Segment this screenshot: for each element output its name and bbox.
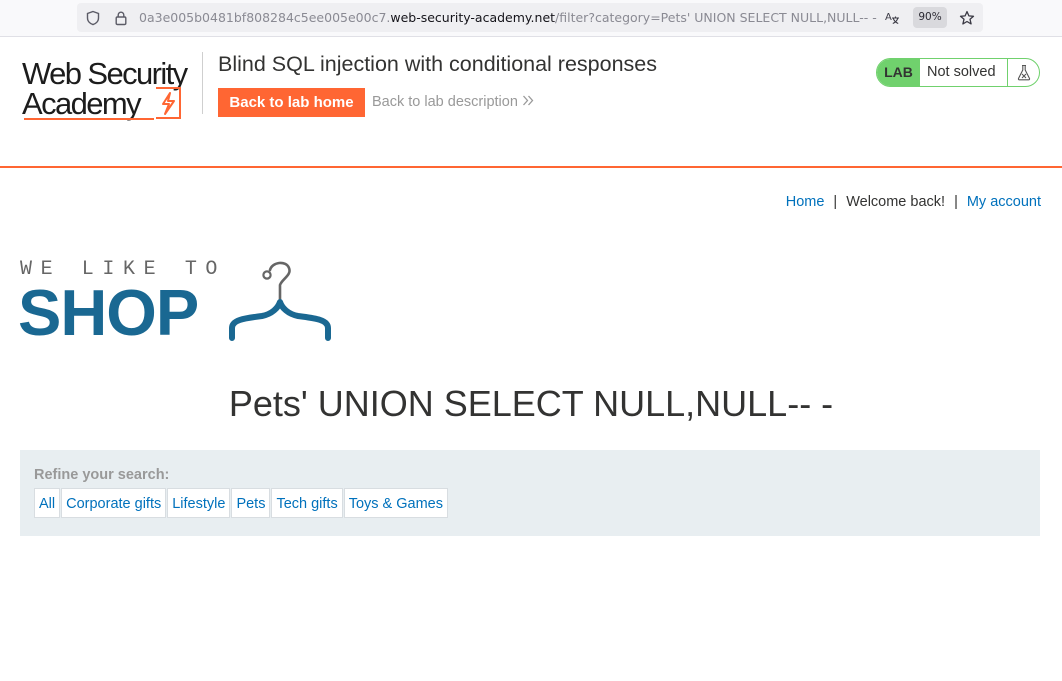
filter-link-tech-gifts[interactable]: Tech gifts bbox=[271, 488, 343, 518]
header-divider bbox=[202, 52, 203, 114]
shop-banner: WE LIKE TO SHOP bbox=[18, 258, 340, 349]
nav-home-link[interactable]: Home bbox=[786, 194, 825, 210]
translate-icon[interactable]: A bbox=[884, 10, 900, 26]
category-heading: Pets' UNION SELECT NULL,NULL-- - bbox=[228, 383, 834, 424]
back-to-lab-description-label: Back to lab description bbox=[372, 94, 518, 110]
url-text[interactable]: 0a3e005b0481bf808284c5ee005e00c7.web-sec… bbox=[139, 10, 877, 25]
zoom-level[interactable]: 90% bbox=[913, 7, 947, 28]
star-icon[interactable] bbox=[959, 10, 975, 26]
url-domain: web-security-academy.net bbox=[390, 10, 556, 25]
svg-text:A: A bbox=[885, 12, 892, 23]
filter-link-pets[interactable]: Pets bbox=[231, 488, 271, 518]
nav-separator: | bbox=[833, 194, 838, 210]
filter-link-lifestyle[interactable]: Lifestyle bbox=[167, 488, 231, 518]
shield-icon[interactable] bbox=[85, 10, 101, 26]
back-to-lab-description-link[interactable]: Back to lab description bbox=[372, 94, 534, 110]
refine-search-label: Refine your search: bbox=[34, 467, 170, 483]
lock-icon[interactable] bbox=[113, 10, 129, 26]
top-nav: Home | Welcome back! | My account bbox=[786, 194, 1041, 210]
web-security-academy-logo[interactable]: Web Security Academy bbox=[22, 56, 202, 122]
back-to-lab-home-button[interactable]: Back to lab home bbox=[218, 88, 365, 117]
lightning-icon bbox=[156, 87, 181, 119]
welcome-text: Welcome back! bbox=[846, 194, 946, 210]
banner-shop-word: SHOP bbox=[18, 276, 199, 349]
lab-title: Blind SQL injection with conditional res… bbox=[218, 52, 658, 76]
nav-my-account-link[interactable]: My account bbox=[967, 194, 1041, 210]
filter-link-all[interactable]: All bbox=[34, 488, 61, 518]
flask-icon bbox=[1007, 59, 1039, 86]
filter-list: All Corporate gifts Lifestyle Pets Tech … bbox=[34, 488, 449, 518]
browser-toolbar: 0a3e005b0481bf808284c5ee005e00c7.web-sec… bbox=[0, 0, 1062, 37]
nav-separator: | bbox=[954, 194, 958, 210]
filter-link-toys-games[interactable]: Toys & Games bbox=[343, 488, 448, 518]
lab-status-widget: LAB Not solved bbox=[876, 58, 1040, 87]
url-path: /filter?category=Pets' UNION SELECT NULL… bbox=[555, 10, 877, 25]
filter-link-corporate-gifts[interactable]: Corporate gifts bbox=[61, 488, 167, 518]
hanger-icon bbox=[229, 261, 331, 341]
url-prefix: 0a3e005b0481bf808284c5ee005e00c7. bbox=[139, 10, 391, 25]
lab-header: Web Security Academy Blind SQL injection… bbox=[0, 38, 1062, 168]
url-bar[interactable]: 0a3e005b0481bf808284c5ee005e00c7.web-sec… bbox=[77, 3, 983, 32]
logo-line-1: Web Security bbox=[22, 56, 188, 91]
double-chevron-right-icon bbox=[522, 95, 534, 106]
lab-badge: LAB bbox=[877, 59, 920, 86]
logo-line-2: Academy bbox=[22, 86, 142, 121]
logo-underline bbox=[24, 118, 154, 120]
lab-status-text: Not solved bbox=[927, 64, 996, 80]
filter-panel: Refine your search: All Corporate gifts … bbox=[20, 450, 1040, 536]
